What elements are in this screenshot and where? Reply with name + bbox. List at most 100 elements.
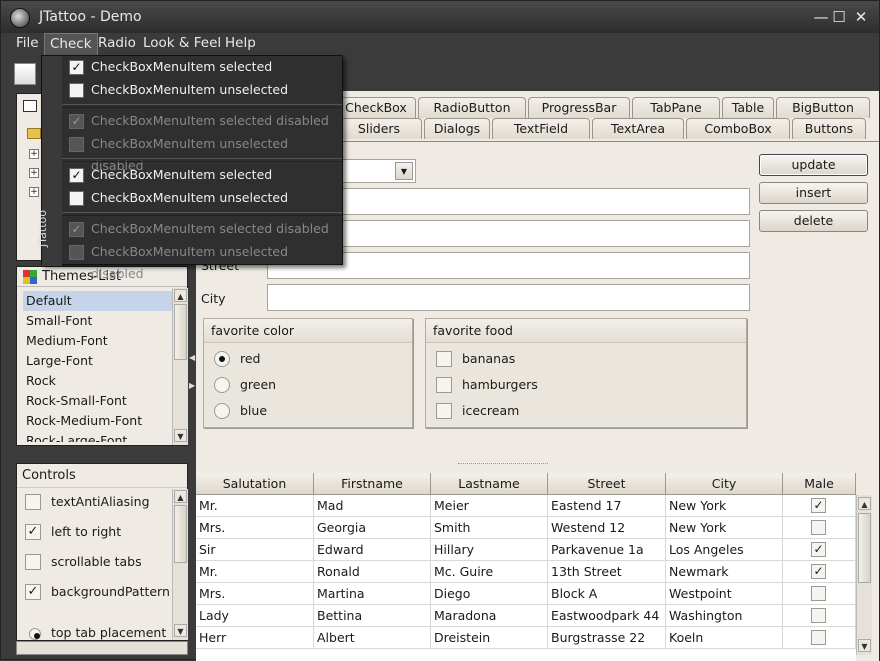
menu-radio[interactable]: Radio xyxy=(93,33,141,55)
table-cell[interactable]: Mr. xyxy=(196,495,314,517)
column-header[interactable]: City xyxy=(666,473,783,495)
radio-button[interactable] xyxy=(29,628,41,640)
new-document-icon[interactable] xyxy=(14,63,36,85)
insert-button[interactable]: insert xyxy=(759,182,868,204)
tab-table[interactable]: Table xyxy=(722,97,774,118)
table-cell[interactable]: Westend 12 xyxy=(548,517,666,539)
male-cell[interactable]: ✓ xyxy=(783,495,856,517)
maximize-icon[interactable]: ☐ xyxy=(829,7,849,27)
column-header[interactable]: Salutation xyxy=(196,473,314,495)
table-row[interactable]: Lady Bettina Maradona Eastwoodpark 44 Washin… xyxy=(196,605,856,627)
themes-scrollbar[interactable]: ▲ ▼ xyxy=(172,288,188,445)
collapse-left-icon[interactable]: ◀ xyxy=(189,353,195,362)
hamburgers-checkbox[interactable]: hamburgers xyxy=(436,375,538,395)
male-checkbox[interactable]: ✓ xyxy=(811,498,826,513)
salutation-combobox[interactable]: ▼ xyxy=(336,159,416,183)
column-header[interactable]: Street xyxy=(548,473,666,495)
checkbox-box[interactable] xyxy=(69,83,84,98)
male-cell[interactable]: ✓ xyxy=(783,539,856,561)
table-row[interactable]: Mrs. Martina Diego Block A Westpoint xyxy=(196,583,856,605)
list-item[interactable]: Large-Font xyxy=(23,351,173,371)
table-cell[interactable]: Mr. xyxy=(196,561,314,583)
tab-combobox[interactable]: ComboBox xyxy=(686,118,790,139)
male-checkbox[interactable]: ✓ xyxy=(811,564,826,579)
table-cell[interactable]: Maradona xyxy=(431,605,548,627)
table-cell[interactable]: Los Angeles xyxy=(666,539,783,561)
table-cell[interactable]: Block A xyxy=(548,583,666,605)
scroll-up-icon[interactable]: ▲ xyxy=(174,490,187,503)
person-table[interactable]: Salutation Firstname Lastname Street Cit… xyxy=(196,473,856,661)
table-cell[interactable]: Sir xyxy=(196,539,314,561)
menu-help[interactable]: Help xyxy=(220,33,261,55)
table-cell[interactable]: Ronald xyxy=(314,561,431,583)
scroll-down-icon[interactable]: ▼ xyxy=(174,624,187,637)
male-cell[interactable]: ✓ xyxy=(783,561,856,583)
table-cell[interactable]: Herr xyxy=(196,627,314,649)
blue-radio[interactable]: blue xyxy=(214,401,267,421)
tab-sliders[interactable]: Sliders xyxy=(336,118,422,139)
male-checkbox[interactable] xyxy=(811,586,826,601)
menu-item[interactable]: ✓ CheckBoxMenuItem selected xyxy=(62,56,342,78)
menu-item[interactable]: ✓ CheckBoxMenuItem selected xyxy=(62,164,342,186)
male-cell[interactable] xyxy=(783,605,856,627)
themes-list[interactable]: Default Small-Font Medium-Font Large-Fon… xyxy=(23,291,173,442)
male-cell[interactable] xyxy=(783,583,856,605)
list-item[interactable]: Medium-Font xyxy=(23,331,173,351)
table-cell[interactable]: Burgstrasse 22 xyxy=(548,627,666,649)
scroll-thumb[interactable] xyxy=(174,505,187,563)
bananas-checkbox[interactable]: bananas xyxy=(436,349,515,369)
menu-check[interactable]: Check xyxy=(44,33,98,55)
checkbox-box[interactable]: ✓ xyxy=(69,168,84,183)
male-checkbox[interactable]: ✓ xyxy=(811,542,826,557)
table-cell[interactable]: Smith xyxy=(431,517,548,539)
left-to-right-checkbox[interactable]: ✓ left to right xyxy=(25,521,121,543)
title-bar[interactable]: JTattoo - Demo — ☐ ✕ xyxy=(1,1,879,33)
radio-button[interactable] xyxy=(214,403,230,419)
table-row[interactable]: Sir Edward Hillary Parkavenue 1a Los Angeles… xyxy=(196,539,856,561)
table-scrollbar[interactable]: ▲ ▼ xyxy=(856,495,872,655)
checkbox-box[interactable] xyxy=(25,494,41,510)
top-tab-placement-radio[interactable]: top tab placement xyxy=(25,622,166,640)
list-item[interactable]: Small-Font xyxy=(23,311,173,331)
table-cell[interactable]: Albert xyxy=(314,627,431,649)
checkbox-box[interactable] xyxy=(69,191,84,206)
checkbox-box[interactable] xyxy=(436,377,452,393)
scroll-thumb[interactable] xyxy=(858,513,871,583)
menu-item[interactable]: CheckBoxMenuItem unselected xyxy=(62,187,342,209)
city-field[interactable] xyxy=(267,284,750,311)
table-cell[interactable]: Koeln xyxy=(666,627,783,649)
tree-expand-icon[interactable]: + xyxy=(29,149,39,159)
table-cell[interactable]: Georgia xyxy=(314,517,431,539)
table-cell[interactable]: New York xyxy=(666,495,783,517)
tree-expand-icon[interactable]: + xyxy=(29,187,39,197)
tab-dialogs[interactable]: Dialogs xyxy=(424,118,490,139)
green-radio[interactable]: green xyxy=(214,375,276,395)
table-cell[interactable]: Eastend 17 xyxy=(548,495,666,517)
tab-radiobutton[interactable]: RadioButton xyxy=(418,97,526,118)
table-cell[interactable]: Mc. Guire xyxy=(431,561,548,583)
list-item[interactable]: Rock-Large-Font xyxy=(23,431,173,442)
radio-button[interactable] xyxy=(214,377,230,393)
list-item[interactable]: Rock-Small-Font xyxy=(23,391,173,411)
tab-checkbox[interactable]: CheckBox xyxy=(336,97,416,118)
table-cell[interactable]: Mad xyxy=(314,495,431,517)
controls-scrollbar[interactable]: ▲ ▼ xyxy=(172,489,188,640)
table-cell[interactable]: Newmark xyxy=(666,561,783,583)
tab-textfield[interactable]: TextField xyxy=(492,118,590,139)
table-cell[interactable]: Mrs. xyxy=(196,517,314,539)
scroll-up-icon[interactable]: ▲ xyxy=(858,497,871,510)
male-checkbox[interactable] xyxy=(811,630,826,645)
column-header[interactable]: Male xyxy=(783,473,856,495)
column-header[interactable]: Firstname xyxy=(314,473,431,495)
checkbox-box[interactable]: ✓ xyxy=(25,584,41,600)
update-button[interactable]: update xyxy=(759,154,868,176)
table-cell[interactable]: Westpoint xyxy=(666,583,783,605)
table-cell[interactable]: Diego xyxy=(431,583,548,605)
table-row[interactable]: Mr. Mad Meier Eastend 17 New York ✓ xyxy=(196,495,856,517)
male-checkbox[interactable] xyxy=(811,608,826,623)
tab-progressbar[interactable]: ProgressBar xyxy=(528,97,630,118)
checkbox-box[interactable]: ✓ xyxy=(69,60,84,75)
minimize-icon[interactable]: — xyxy=(811,7,831,27)
scroll-up-icon[interactable]: ▲ xyxy=(174,289,187,302)
checkbox-box[interactable] xyxy=(25,554,41,570)
